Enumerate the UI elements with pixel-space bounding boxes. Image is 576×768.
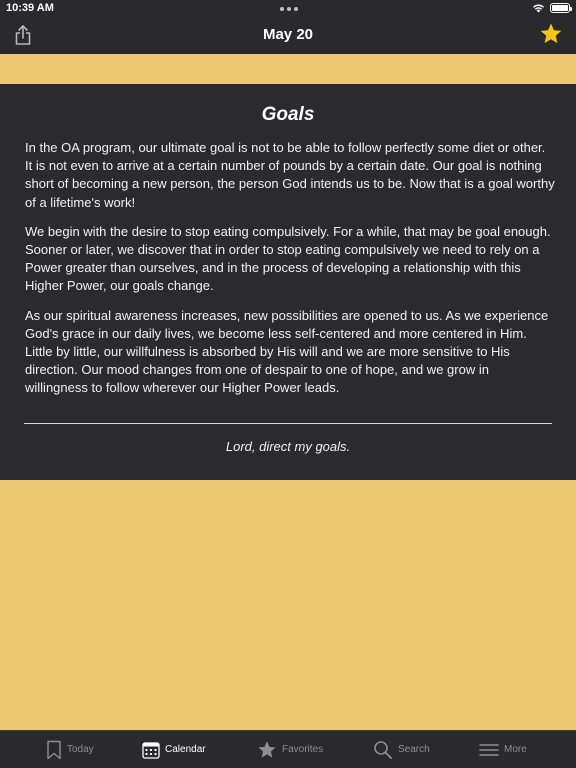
search-icon [374, 740, 392, 759]
battery-fill [552, 5, 568, 11]
status-bar: 10:39 AM [0, 0, 576, 18]
tab-label: Today [67, 744, 94, 755]
reading-title: Goals [261, 104, 315, 125]
page-title: May 20 [262, 26, 314, 43]
status-time: 10:39 AM [6, 2, 54, 14]
tab-bar: Today Calendar Favorites Search More [0, 730, 576, 768]
battery-icon [550, 3, 572, 13]
tab-label: Favorites [282, 744, 324, 755]
tab-favorites[interactable]: Favorites [257, 731, 323, 768]
navigation-bar: May 20 [0, 18, 576, 54]
bookmark-icon [47, 740, 61, 759]
reading-body: In the OA program, our ultimate goal is … [25, 139, 555, 409]
tab-today[interactable]: Today [46, 731, 94, 768]
reading-paragraph: In the OA program, our ultimate goal is … [25, 140, 555, 210]
star-icon [540, 23, 562, 44]
tab-label: Search [398, 744, 430, 755]
calendar-icon [142, 741, 160, 759]
reading-paragraph: We begin with the desire to stop eating … [25, 223, 551, 294]
tab-calendar[interactable]: Calendar [142, 731, 206, 768]
daily-prayer: Lord, direct my goals. [225, 439, 351, 454]
favorite-button[interactable] [539, 22, 563, 46]
tab-label: Calendar [165, 744, 206, 755]
reading-card: Goals In the OA program, our ultimate go… [0, 84, 576, 480]
multitasking-dots-icon[interactable] [280, 7, 298, 11]
star-icon [258, 740, 276, 758]
divider [24, 423, 552, 424]
tab-label: More [504, 744, 527, 755]
status-indicators [532, 3, 572, 13]
tab-search[interactable]: Search [373, 731, 430, 768]
top-accent-band [0, 54, 576, 84]
tab-more[interactable]: More [479, 731, 527, 768]
wifi-icon [532, 3, 545, 13]
menu-icon [479, 743, 499, 756]
reading-paragraph: As our spiritual awareness increases, ne… [25, 307, 549, 396]
